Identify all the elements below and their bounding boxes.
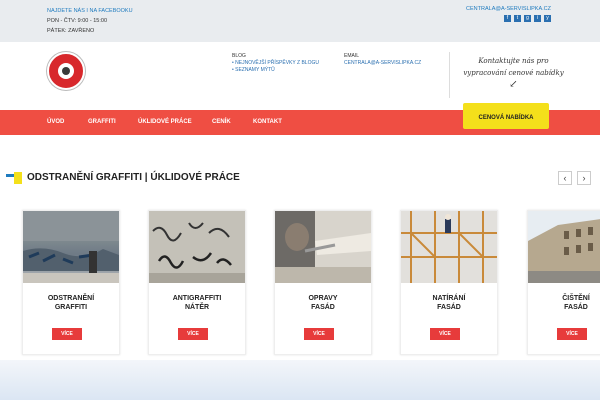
facebook-link[interactable]: NAJDETE NÁS I NA FACEBOOKU (47, 6, 133, 16)
top-left-info: NAJDETE NÁS I NA FACEBOOKU PON - ČTV: 9:… (47, 6, 133, 36)
blog-heading: BLOG (232, 53, 246, 59)
service-card[interactable]: ANTIGRAFFITI NÁTĚR VÍCE (148, 210, 246, 355)
nav-item-uklidove-prace[interactable]: ÚKLIDOVÉ PRÁCE (138, 110, 192, 135)
card-more-button[interactable]: VÍCE (52, 328, 82, 340)
service-card[interactable]: OPRAVY FASÁD VÍCE (274, 210, 372, 355)
carousel-next-button[interactable]: › (577, 171, 591, 185)
tagline-line-2: vypracování cenové nabídky (463, 69, 564, 77)
card-more-button[interactable]: VÍCE (430, 328, 460, 340)
card-title: NATÍRÁNÍ FASÁD (432, 295, 466, 311)
quote-tagline: Kontaktujte nás pro vypracování cenové n… (456, 55, 571, 91)
email-contact: EMAIL CENTRALA@A-SERVISLIPKA.CZ (344, 53, 421, 67)
footer-gradient (0, 360, 600, 400)
card-title: ANTIGRAFFITI NÁTĚR (172, 295, 222, 311)
card-more-button[interactable]: VÍCE (304, 328, 334, 340)
blog-link-latest[interactable]: • NEJNOVĚJŠÍ PŘÍSPĚVKY Z BLOGU (232, 60, 319, 67)
top-email-link[interactable]: CENTRALA@A-SERVISLIPKA.CZ (466, 6, 551, 12)
email-link[interactable]: CENTRALA@A-SERVISLIPKA.CZ (344, 60, 421, 67)
instagram-icon[interactable]: i (534, 15, 541, 22)
facebook-icon[interactable]: f (504, 15, 511, 22)
facade-cleaning-photo (528, 211, 600, 283)
scaffolding-painting-photo (401, 211, 497, 283)
card-more-button[interactable]: VÍCE (557, 328, 587, 340)
nav-item-kontakt[interactable]: KONTAKT (253, 110, 282, 135)
service-card[interactable]: NATÍRÁNÍ FASÁD VÍCE (400, 210, 498, 355)
nav-item-graffiti[interactable]: GRAFFITI (88, 110, 116, 135)
service-card[interactable]: ODSTRANĚNÍ GRAFFITI VÍCE (22, 210, 120, 355)
antigraffiti-wall-photo (149, 211, 245, 283)
social-icons: f t g i y (466, 15, 551, 22)
logo-center-icon (62, 67, 70, 75)
tagline-line-1: Kontaktujte nás pro (478, 57, 549, 65)
service-card[interactable]: ČIŠTĚNÍ FASÁD VÍCE (527, 210, 600, 355)
carousel-prev-button[interactable]: ‹ (558, 171, 572, 185)
price-quote-button[interactable]: CENOVÁ NABÍDKA (463, 103, 549, 129)
hours-friday: PÁTEK: ZAVŘENO (47, 28, 95, 34)
nav-item-uvod[interactable]: ÚVOD (47, 110, 64, 135)
google-plus-icon[interactable]: g (524, 15, 531, 22)
youtube-icon[interactable]: y (544, 15, 551, 22)
section-title: ODSTRANĚNÍ GRAFFITI | ÚKLIDOVÉ PRÁCE (27, 172, 240, 183)
top-info-bar: NAJDETE NÁS I NA FACEBOOKU PON - ČTV: 9:… (0, 0, 600, 42)
email-heading: EMAIL (344, 53, 360, 59)
curved-arrow-icon: ↙ (509, 79, 518, 90)
section-accent-icon (6, 172, 22, 184)
facade-repair-photo (275, 211, 371, 283)
hours-weekdays: PON - ČTV: 9:00 - 15:00 (47, 18, 108, 24)
blog-links: BLOG • NEJNOVĚJŠÍ PŘÍSPĚVKY Z BLOGU • SE… (232, 53, 319, 74)
blog-link-myths[interactable]: • SEZNAMY MÝTŮ (232, 67, 319, 74)
graffiti-wall-photo (23, 211, 119, 283)
nav-item-cenik[interactable]: CENÍK (212, 110, 231, 135)
card-more-button[interactable]: VÍCE (178, 328, 208, 340)
card-title: OPRAVY FASÁD (308, 295, 338, 311)
service-carousel: ODSTRANĚNÍ GRAFFITI VÍCE ANTIGRAFFITI NÁ… (0, 210, 600, 358)
header-divider (449, 52, 450, 98)
top-right-contact: CENTRALA@A-SERVISLIPKA.CZ f t g i y (466, 6, 551, 22)
card-title: ODSTRANĚNÍ GRAFFITI (47, 295, 95, 311)
site-logo[interactable] (47, 52, 85, 90)
twitter-icon[interactable]: t (514, 15, 521, 22)
card-title: ČIŠTĚNÍ FASÁD (562, 295, 590, 311)
